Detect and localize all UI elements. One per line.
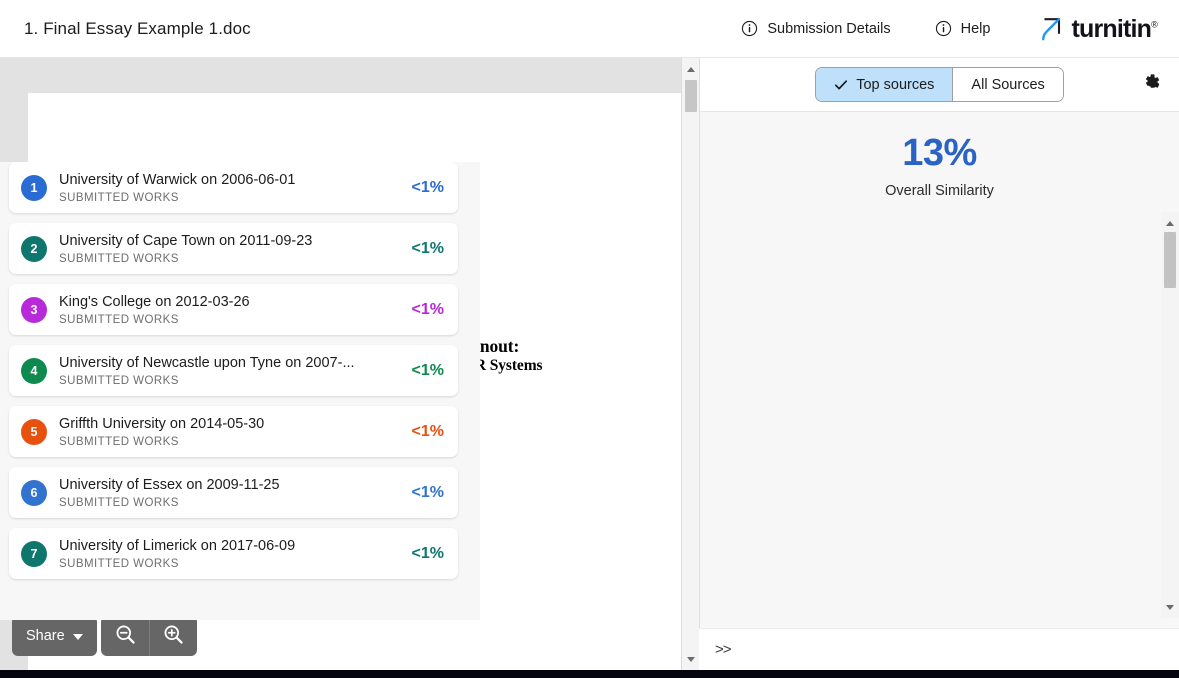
tab-all-sources[interactable]: All Sources [952,68,1063,101]
source-list-item[interactable]: 5 Griffth University on 2014-05-30 SUBMITT… [9,406,458,457]
source-name: University of Limerick on 2017-06-09 [59,538,296,555]
source-name: University of Essex on 2009-11-25 [59,477,280,494]
overall-similarity-summary: 13% Overall Similarity [700,112,1179,215]
source-rank-badge: 2 [21,235,47,262]
source-text: University of Essex on 2009-11-25 SUBMITT… [59,476,402,508]
source-rank-number: 3 [30,302,38,317]
turnitin-similarity-report: 1. Final Essay Example 1.doc Submission … [0,0,1179,678]
zoom-controls [101,616,197,656]
magnifier-plus-icon [162,623,185,649]
source-type: SUBMITTED WORKS [59,313,179,326]
scroll-up-icon[interactable] [682,60,700,78]
share-button[interactable]: Share [12,616,97,656]
sources-tabs: Top sources All Sources [815,67,1064,102]
submission-details-label: Submission Details [767,20,891,37]
source-text: University of Warwick on 2006-06-01 SUBMI… [59,171,402,203]
sidebar-tabs-row: Top sources All Sources [700,58,1179,112]
source-name: University of Warwick on 2006-06-01 [59,172,296,189]
scroll-up-icon[interactable] [1161,214,1179,232]
source-percent: <1% [411,178,444,196]
source-text: University of Cape Town on 2011-09-23 SUB… [59,232,402,264]
source-name: University of Newcastle upon Tyne on 200… [59,355,355,372]
source-rank-badge: 3 [21,296,47,323]
page-title: 1. Final Essay Example 1.doc [24,18,251,38]
magnifier-minus-icon [114,623,137,649]
header-actions: Submission Details Help turnitin® [739,0,1179,57]
source-rank-number: 5 [30,424,38,439]
share-label: Share [26,628,65,644]
source-list-item[interactable]: 2 University of Cape Town on 2011-09-23 SU… [9,223,458,274]
source-rank-number: 6 [30,485,38,500]
scroll-down-icon[interactable] [682,650,700,668]
source-name: University of Cape Town on 2011-09-23 [59,233,313,250]
source-type: SUBMITTED WORKS [59,191,179,204]
source-percent: <1% [411,422,444,440]
overall-similarity-label: Overall Similarity [885,183,994,199]
source-percent: <1% [411,544,444,562]
source-type: SUBMITTED WORKS [59,252,179,265]
submission-details-button[interactable]: Submission Details [739,16,892,41]
source-text: Griffth University on 2014-05-30 SUBMITTE… [59,415,402,447]
settings-button[interactable] [1136,70,1166,100]
source-list-item[interactable]: 4 University of Newcastle upon Tyne on 20… [9,345,458,396]
source-rank-number: 1 [30,180,38,195]
source-rank-badge: 5 [21,418,47,445]
source-percent: <1% [411,300,444,318]
source-list-item[interactable]: 3 King's College on 2012-03-26 SUBMITTED W… [9,284,458,335]
info-icon [935,20,952,37]
source-rank-number: 2 [30,241,38,256]
sources-sidebar: Top sources All Sources 13% Overall Simi… [699,58,1179,678]
source-type: SUBMITTED WORKS [59,496,179,509]
source-rank-badge: 7 [21,540,47,567]
info-icon [741,20,758,37]
source-percent: <1% [411,483,444,501]
source-rank-number: 7 [30,546,38,561]
logo-wordmark: turnitin® [1071,15,1157,43]
sidebar-footer: >> [699,628,1179,670]
source-text: King's College on 2012-03-26 SUBMITTED WO… [59,293,402,325]
help-label: Help [960,20,991,37]
sources-list[interactable]: 1 University of Warwick on 2006-06-01 SUBM… [0,162,480,620]
turnitin-logo: turnitin® [1038,14,1158,43]
source-text: University of Newcastle upon Tyne on 200… [59,354,402,386]
scrollbar-thumb[interactable] [1164,232,1176,288]
help-button[interactable]: Help [933,16,993,41]
app-header: 1. Final Essay Example 1.doc Submission … [0,0,1179,58]
sources-scrollbar[interactable] [1161,212,1179,618]
source-type: SUBMITTED WORKS [59,557,179,570]
zoom-out-button[interactable] [101,616,149,656]
source-type: SUBMITTED WORKS [59,435,179,448]
source-list-item[interactable]: 6 University of Essex on 2009-11-25 SUBMIT… [9,467,458,518]
scroll-down-icon[interactable] [1161,598,1179,616]
overall-similarity-value: 13% [902,132,977,174]
tab-top-sources-label: Top sources [856,76,935,93]
source-percent: <1% [411,361,444,379]
source-list-item[interactable]: 1 University of Warwick on 2006-06-01 SUBM… [9,162,458,213]
source-name: Griffth University on 2014-05-30 [59,416,265,433]
source-rank-badge: 1 [21,174,47,201]
source-list-item[interactable]: 7 University of Limerick on 2017-06-09 SUB… [9,528,458,579]
source-rank-number: 4 [30,363,38,378]
tab-top-sources[interactable]: Top sources [816,68,953,101]
turnitin-arrow-icon [1038,16,1064,42]
chevron-down-icon [72,634,83,640]
zoom-in-button[interactable] [149,616,197,656]
bottom-strip [0,670,1179,678]
source-percent: <1% [411,239,444,257]
source-text: University of Limerick on 2017-06-09 SUBM… [59,537,402,569]
source-name: King's College on 2012-03-26 [59,294,250,311]
source-type: SUBMITTED WORKS [59,374,179,387]
gear-icon [1140,72,1162,97]
expand-panel-button[interactable]: >> [715,641,732,658]
document-scrollbar[interactable] [681,58,699,670]
source-rank-badge: 4 [21,357,47,384]
source-rank-badge: 6 [21,479,47,506]
scrollbar-thumb[interactable] [685,80,697,112]
tab-all-sources-label: All Sources [971,76,1045,93]
check-icon [834,78,848,92]
